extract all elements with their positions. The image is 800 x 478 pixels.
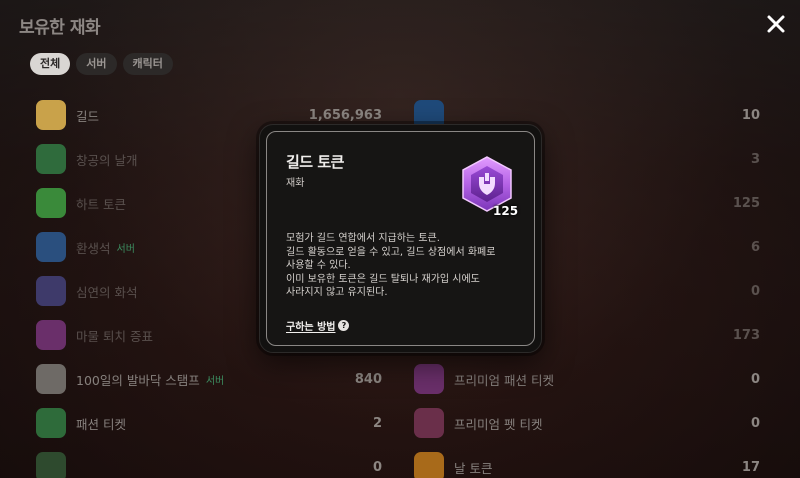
currency-name: 마물 퇴치 증표 <box>76 328 153 344</box>
currency-amount: 840 <box>354 371 382 387</box>
premium-pet-ticket-icon <box>414 408 444 438</box>
how-to-obtain-link[interactable]: 구하는 방법 ? <box>286 318 350 333</box>
heart-token-icon <box>36 188 66 218</box>
currency-amount: 10 <box>741 107 760 123</box>
popup-title: 길드 토큰 <box>286 153 344 171</box>
description-line: 이미 보유한 토큰은 길드 탈퇴나 재가입 시에도 <box>286 273 480 285</box>
filter-tabs: 전체 서버 캐릭터 <box>30 53 173 75</box>
currency-row[interactable]: 패션 티켓 2 <box>30 401 386 445</box>
token-count: 125 <box>493 204 519 218</box>
description-line: 사라지지 않고 유지된다. <box>286 287 388 298</box>
currency-name: 하트 토큰 <box>76 196 126 212</box>
currency-amount: 125 <box>732 195 760 211</box>
currency-name: 패션 티켓 <box>76 416 126 432</box>
close-button[interactable] <box>764 12 788 36</box>
currency-amount: 6 <box>750 239 760 255</box>
currency-row[interactable]: 100일의 발바닥 스탬프 서버 840 <box>30 357 386 401</box>
currency-amount: 173 <box>732 327 760 343</box>
currency-name: 환생석 <box>76 240 111 256</box>
premium-fashion-ticket-icon <box>414 364 444 394</box>
currency-amount: 0 <box>372 459 382 475</box>
currency-name: 날 토큰 <box>454 460 493 476</box>
currency-amount: 2 <box>372 415 382 431</box>
currency-amount: 0 <box>750 283 760 299</box>
currency-amount: 0 <box>750 371 760 387</box>
currency-row[interactable]: 프리미엄 패션 티켓 0 <box>408 357 764 401</box>
fossil-icon <box>36 276 66 306</box>
currency-name: 프리미엄 펫 티켓 <box>454 416 543 432</box>
orange-token-icon <box>414 452 444 478</box>
currency-amount: 1,656,963 <box>308 107 382 123</box>
currency-row[interactable]: 날 토큰 17 <box>408 445 764 478</box>
currency-row[interactable]: 프리미엄 펫 티켓 0 <box>408 401 764 445</box>
popup-description: 모험가 길드 연합에서 지급하는 토큰. 길드 활동으로 얻을 수 있고, 길드… <box>286 232 526 300</box>
fashion-ticket-icon <box>36 408 66 438</box>
currency-amount: 3 <box>750 151 760 167</box>
currency-amount: 17 <box>741 459 760 475</box>
currency-amount: 0 <box>750 415 760 431</box>
currency-name: 창공의 날개 <box>76 152 138 168</box>
misc-icon <box>36 452 66 478</box>
scope-tag: 서버 <box>116 243 135 255</box>
currency-name: 심연의 화석 <box>76 284 138 300</box>
popup-frame: 길드 토큰 재화 125 모험가 길드 연합에서 지급하는 토큰. 길드 활동으… <box>266 131 535 346</box>
stamp-icon <box>36 364 66 394</box>
how-to-obtain-label: 구하는 방법 <box>286 322 336 333</box>
popup-subtitle: 재화 <box>286 178 305 189</box>
currency-row[interactable]: 0 <box>30 445 386 478</box>
star-gem-icon <box>36 232 66 262</box>
wing-icon <box>36 144 66 174</box>
tab-character[interactable]: 캐릭터 <box>122 53 173 75</box>
gold-coin-icon <box>36 100 66 130</box>
currency-name: 100일의 발바닥 스탬프 <box>76 372 200 388</box>
scope-tag: 서버 <box>205 375 225 387</box>
page-title: 보유한 재화 <box>19 18 101 38</box>
proof-badge-icon <box>36 320 66 350</box>
tab-all[interactable]: 전체 <box>30 53 71 75</box>
help-icon: ? <box>338 320 350 331</box>
currency-name: 길드 <box>76 108 100 124</box>
description-line: 모험가 길드 연합에서 지급하는 토큰. <box>286 233 440 244</box>
tab-server[interactable]: 서버 <box>76 53 117 75</box>
description-line: 사용할 수 있다. <box>286 260 351 271</box>
currency-name: 프리미엄 패션 티켓 <box>454 372 554 388</box>
description-line: 길드 활동으로 얻을 수 있고, 길드 상점에서 화폐로 <box>286 246 496 258</box>
currency-detail-popup: 길드 토큰 재화 125 모험가 길드 연합에서 지급하는 토큰. 길드 활동으… <box>259 124 542 353</box>
close-icon <box>767 15 785 33</box>
